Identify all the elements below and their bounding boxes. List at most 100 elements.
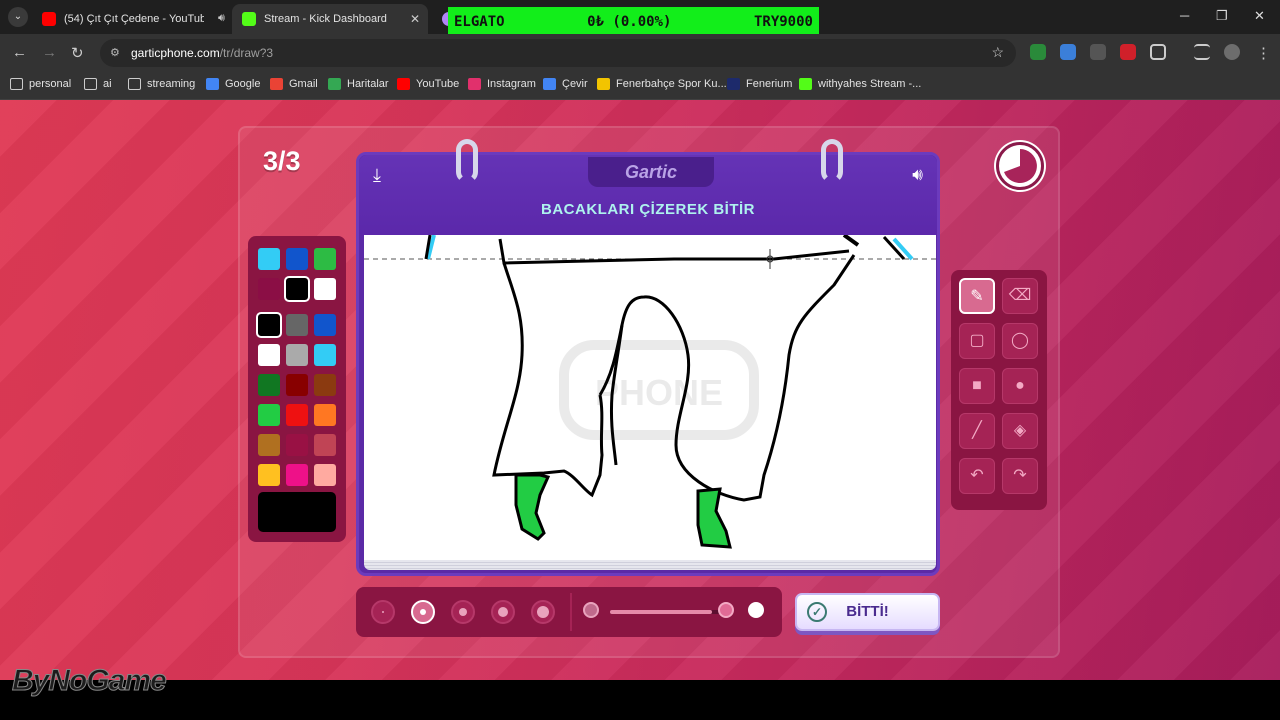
color-swatch[interactable] [286, 248, 308, 270]
minimize-icon[interactable]: ─ [1180, 8, 1189, 23]
brush-size-3[interactable] [451, 600, 475, 624]
color-swatch[interactable] [286, 344, 308, 366]
redo-icon[interactable]: ↷ [1002, 458, 1038, 494]
color-swatch[interactable] [258, 278, 280, 300]
color-swatch[interactable] [286, 314, 308, 336]
color-swatch[interactable] [286, 404, 308, 426]
channel-watermark-logo: ByNoGame [12, 664, 168, 698]
color-swatch[interactable] [256, 312, 282, 338]
opacity-slider-handle[interactable] [718, 602, 734, 618]
folder-icon [10, 78, 23, 90]
extension-icon[interactable] [1120, 44, 1136, 60]
brush-size-2[interactable] [411, 600, 435, 624]
bookmark-11[interactable]: withyahes Stream -... [799, 78, 921, 90]
opacity-min-icon [583, 602, 599, 618]
close-window-icon[interactable]: ✕ [1254, 8, 1265, 24]
bucket-icon[interactable]: ◈ [1002, 413, 1038, 449]
stream-ticker-overlay: ELGATO 0₺ (0.00%) TRY9000 [448, 7, 819, 37]
address-bar[interactable]: ⚙ garticphone.com/tr/draw?3 ☆ [100, 39, 1016, 67]
restore-icon[interactable]: ❐ [1216, 8, 1228, 24]
ellipse-outline-icon[interactable]: ◯ [1002, 323, 1038, 359]
color-swatch[interactable] [314, 464, 336, 486]
bookmark-4[interactable]: Gmail [270, 78, 318, 90]
eraser-icon[interactable]: ⌫ [1002, 278, 1038, 314]
color-swatch[interactable] [314, 374, 336, 396]
gartic-phone-watermark: PHONE [559, 340, 759, 440]
undo-icon[interactable]: ↶ [959, 458, 995, 494]
back-icon[interactable]: ← [12, 44, 27, 61]
color-swatch[interactable] [284, 276, 310, 302]
color-swatch[interactable] [286, 464, 308, 486]
color-swatch[interactable] [314, 434, 336, 456]
site-info-icon[interactable]: ⚙ [110, 46, 124, 60]
game-page: 3/3 ⤓ Gartic 🔊︎ BACAKLARI ÇİZEREK BİTİR … [0, 100, 1280, 680]
color-swatch[interactable] [258, 404, 280, 426]
bookmark-7[interactable]: Instagram [468, 78, 536, 90]
color-swatch[interactable] [314, 404, 336, 426]
brush-size-5[interactable] [531, 600, 555, 624]
color-swatch[interactable] [258, 434, 280, 456]
kick-icon [242, 12, 256, 26]
color-swatch[interactable] [258, 374, 280, 396]
binder-ring [456, 139, 478, 183]
color-swatch[interactable] [314, 278, 336, 300]
close-icon[interactable]: ✕ [410, 12, 420, 26]
bookmark-1[interactable]: ai [84, 78, 112, 90]
brush-size-4[interactable] [491, 600, 515, 624]
bookmark-label: ai [103, 78, 112, 90]
google-icon [206, 78, 219, 90]
download-icon[interactable]: ⤓ [373, 165, 381, 186]
bookmark-2[interactable]: streaming [128, 78, 195, 90]
bookmark-label: Gmail [289, 78, 318, 90]
bookmark-label: Fenerium [746, 78, 793, 90]
color-swatch[interactable] [314, 248, 336, 270]
bookmark-3[interactable]: Google [206, 78, 260, 90]
bookmark-6[interactable]: YouTube [397, 78, 459, 90]
extension-icon[interactable] [1030, 44, 1046, 60]
line-icon[interactable]: ╱ [959, 413, 995, 449]
gartic-logo: Gartic [588, 157, 714, 187]
bookmark-8[interactable]: Çevir [543, 78, 588, 90]
forward-icon[interactable]: → [42, 44, 57, 61]
color-swatch[interactable] [258, 248, 280, 270]
tab-youtube[interactable]: (54) Çıt Çıt Çedene - YouTube 🔊︎ ✕ [32, 4, 244, 34]
url-text[interactable]: garticphone.com/tr/draw?3 [131, 46, 273, 60]
bookmark-label: streaming [147, 78, 196, 90]
bookmark-label: YouTube [416, 78, 460, 90]
opacity-slider[interactable] [610, 610, 730, 614]
bookmark-0[interactable]: personal [10, 78, 71, 90]
color-swatch[interactable] [314, 314, 336, 336]
speaker-icon[interactable]: 🔊︎ [218, 12, 225, 25]
bookmark-9[interactable]: Fenerbahçe Spor Ku... [597, 78, 727, 90]
color-swatch[interactable] [314, 344, 336, 366]
done-button[interactable]: ✓ BİTTİ! [795, 593, 940, 631]
profile-avatar[interactable] [1224, 44, 1240, 60]
color-swatch[interactable] [258, 344, 280, 366]
pencil-icon[interactable]: ✎ [959, 278, 995, 314]
ellipse-fill-icon[interactable]: ● [1002, 368, 1038, 404]
menu-dots-icon[interactable]: ⋮ [1256, 44, 1271, 62]
bookmark-star-icon[interactable]: ☆ [991, 44, 1004, 61]
color-swatch[interactable] [286, 374, 308, 396]
tab-kick[interactable]: Stream - Kick Dashboard ✕ [232, 4, 428, 34]
tab-search-button[interactable]: ⌄ [8, 7, 28, 27]
bookmark-5[interactable]: Haritalar [328, 78, 389, 90]
extension-icon[interactable] [1090, 44, 1106, 60]
rect-fill-icon[interactable]: ■ [959, 368, 995, 404]
rect-outline-icon[interactable]: ▢ [959, 323, 995, 359]
color-swatch[interactable] [258, 464, 280, 486]
ticker-change: 0₺ (0.00%) [587, 14, 672, 30]
extensions-puzzle-icon[interactable] [1150, 44, 1166, 60]
maps-icon [328, 78, 341, 90]
bookmark-label: withyahes Stream -... [818, 78, 922, 90]
sound-icon[interactable]: 🔊︎ [912, 165, 923, 185]
extension-icon[interactable] [1060, 44, 1076, 60]
reload-icon[interactable]: ↻ [71, 44, 84, 62]
drawing-canvas[interactable]: PHONE [364, 235, 936, 560]
color-swatch[interactable] [286, 434, 308, 456]
brush-size-1[interactable] [371, 600, 395, 624]
media-control-icon[interactable] [1194, 44, 1210, 60]
youtube-icon [42, 12, 56, 26]
fenerium-icon [727, 78, 740, 90]
bookmark-10[interactable]: Fenerium [727, 78, 792, 90]
